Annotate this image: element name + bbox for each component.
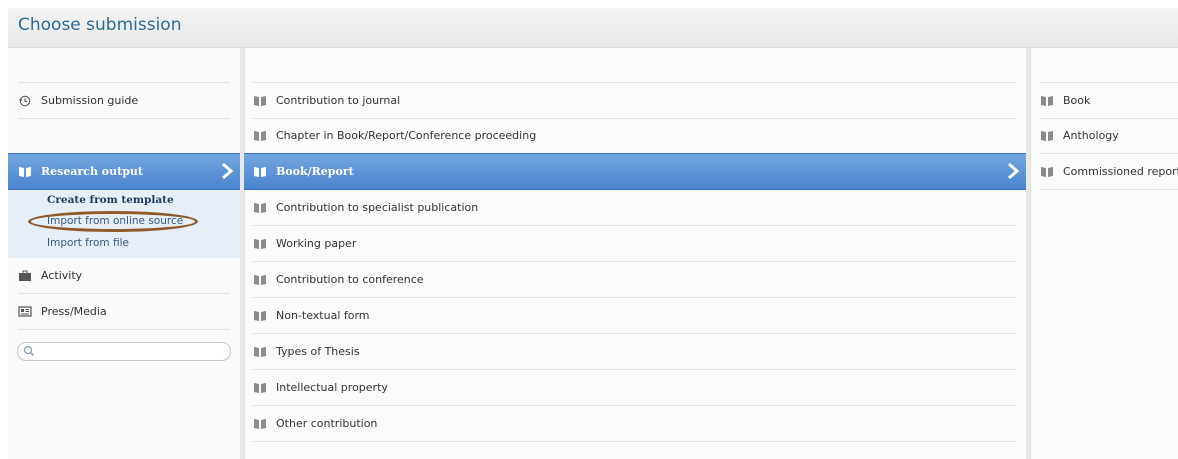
briefcase-icon (19, 270, 31, 281)
book-icon (1041, 166, 1053, 177)
search-input[interactable] (17, 342, 231, 361)
list-item-label: Anthology (1063, 129, 1119, 142)
book-icon (254, 346, 266, 357)
list-item-label: Contribution to specialist publication (276, 201, 479, 214)
list-item[interactable]: Chapter in Book/Report/Conference procee… (253, 118, 1015, 154)
chevron-right-icon (1008, 162, 1020, 180)
sidebar-item-press-media[interactable]: Press/Media (18, 294, 230, 330)
annotation-oval (28, 211, 198, 232)
book-icon (1041, 95, 1053, 106)
activity-label: Activity (41, 269, 83, 282)
list-item-label: Book (1063, 94, 1091, 107)
list-item[interactable]: Contribution to specialist publication (253, 190, 1015, 226)
list-item[interactable]: Other contribution (253, 406, 1015, 442)
list-item[interactable]: Anthology (1040, 118, 1178, 154)
list-item[interactable]: Working paper (253, 226, 1015, 262)
list-item[interactable]: Contribution to conference (253, 262, 1015, 298)
list-item-label: Chapter in Book/Report/Conference procee… (276, 129, 537, 142)
book-icon (254, 310, 266, 321)
list-item-label: Book/Report (276, 165, 354, 178)
list-item-label: Commissioned report (1063, 165, 1178, 178)
sidebar-item-activity[interactable]: Activity (18, 258, 230, 294)
book-icon (254, 130, 266, 141)
book-icon (254, 274, 266, 285)
list-item-label: Working paper (276, 237, 357, 250)
page-title: Choose submission (18, 15, 182, 35)
book-icon (254, 382, 266, 393)
page-header: Choose submission (8, 8, 1178, 48)
list-item[interactable]: Intellectual property (253, 370, 1015, 406)
list-item[interactable]: Contribution to journal (253, 82, 1015, 119)
list-item[interactable]: Non-textual form (253, 298, 1015, 334)
list-item-label: Other contribution (276, 417, 378, 430)
sidebar-item-research-output[interactable]: Research output (8, 153, 240, 190)
book-icon (254, 202, 266, 213)
list-item-label: Contribution to journal (276, 94, 401, 107)
search-icon (23, 345, 35, 357)
history-icon (19, 95, 31, 106)
press-media-label: Press/Media (41, 305, 107, 318)
book-icon (254, 95, 266, 106)
book-icon (1041, 130, 1053, 141)
list-item[interactable]: Commissioned report (1040, 154, 1178, 190)
import-from-file-link[interactable]: Import from file (47, 237, 129, 249)
research-output-label: Research output (41, 165, 143, 178)
book-icon (19, 166, 31, 177)
list-item-label: Contribution to conference (276, 273, 424, 286)
book-icon (254, 418, 266, 429)
list-item-label: Types of Thesis (276, 345, 360, 358)
list-item-label: Non-textual form (276, 309, 370, 322)
press-icon (18, 305, 32, 317)
list-item[interactable]: Types of Thesis (253, 334, 1015, 370)
submission-guide-item[interactable]: Submission guide (18, 82, 230, 119)
chevron-right-icon (222, 162, 234, 180)
create-from-template-link[interactable]: Create from template (47, 194, 174, 206)
book-icon (254, 166, 266, 177)
submission-guide-label: Submission guide (41, 94, 139, 107)
list-item[interactable]: Book (1040, 82, 1178, 119)
book-icon (254, 238, 266, 249)
list-item-selected[interactable]: Book/Report (244, 153, 1026, 190)
list-item-label: Intellectual property (276, 381, 388, 394)
